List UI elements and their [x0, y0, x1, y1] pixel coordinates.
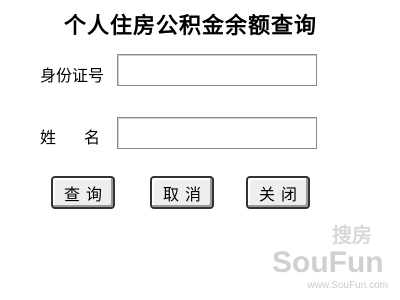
soufun-watermark-logo: 搜房 SouFun	[272, 223, 384, 278]
watermark-url: www.SouFun.com	[307, 280, 388, 291]
svg-text:搜房: 搜房	[332, 223, 372, 247]
close-button[interactable]: 关闭	[246, 176, 310, 209]
query-button[interactable]: 查询	[51, 176, 115, 209]
page-title: 个人住房公积金余额查询	[64, 14, 318, 39]
name-input[interactable]	[117, 117, 317, 149]
id-number-label: 身份证号	[40, 66, 105, 85]
svg-text:SouFun: SouFun	[272, 246, 384, 278]
cancel-button[interactable]: 取消	[150, 176, 214, 209]
name-label: 姓名	[40, 128, 129, 147]
id-number-input[interactable]	[117, 54, 317, 86]
